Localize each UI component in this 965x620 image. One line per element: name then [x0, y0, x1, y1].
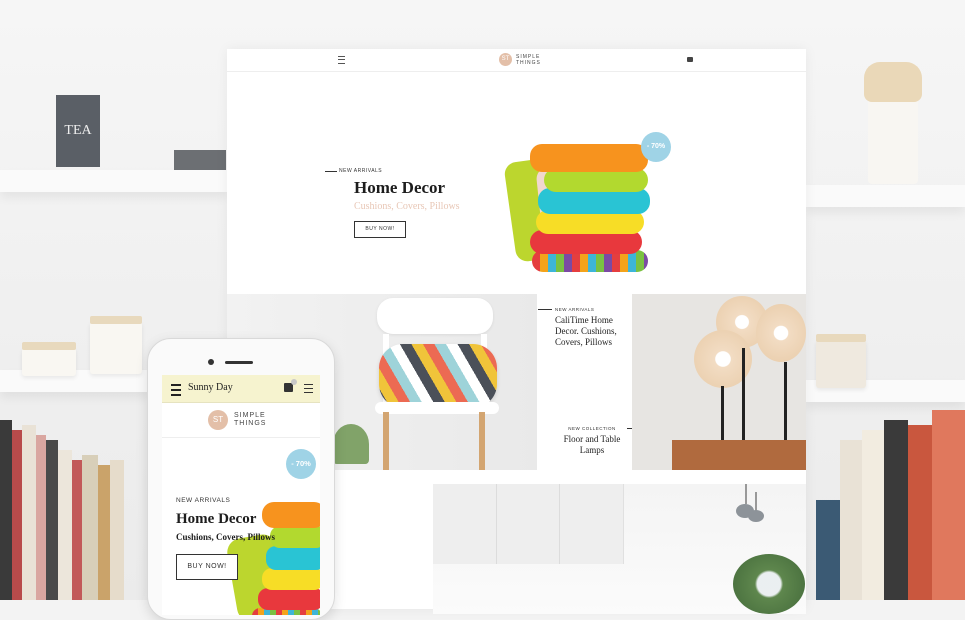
mobile-hero-subtitle: Cushions, Covers, Pillows [176, 532, 276, 542]
mobile-logo-line-1: SIMPLE [234, 412, 266, 419]
jar [816, 334, 866, 388]
logo-badge: ST [499, 53, 512, 66]
books-left [0, 410, 140, 600]
site-logo[interactable]: ST SIMPLE THINGS [499, 53, 541, 66]
vase [864, 62, 922, 184]
books-right [816, 410, 965, 600]
pillows-image [470, 122, 670, 272]
promo-lamps[interactable]: NEW COLLECTION Floor and Table Lamps [560, 426, 641, 456]
mobile-cart-count [291, 379, 297, 385]
hero-slider: NEW ARRIVALS Home Decor Cushions, Covers… [227, 72, 806, 300]
mobile-buy-now-button[interactable]: BUY NOW! [176, 554, 238, 580]
mobile-discount-badge: - 70% [286, 449, 316, 479]
mobile-topbar: Sunny Day [162, 375, 320, 403]
mobile-shop-name: Sunny Day [188, 382, 233, 393]
promo-lamps-title: Floor and Table Lamps [563, 434, 621, 455]
jar [22, 342, 76, 376]
promo-cushions-kicker: NEW ARRIVALS [538, 307, 635, 312]
mobile-hero-title: Home Decor [176, 511, 257, 527]
phone-camera [208, 359, 214, 365]
tea-box: TEA [56, 95, 100, 167]
left-top-shelf [0, 170, 228, 192]
logo-line-2: THINGS [516, 59, 541, 66]
buy-now-button[interactable]: BUY NOW! [354, 221, 406, 238]
mobile-menu-icon[interactable] [171, 384, 181, 396]
cart-icon[interactable] [687, 57, 693, 62]
site-header: ST SIMPLE THINGS [227, 49, 806, 72]
hero-kicker: NEW ARRIVALS [324, 168, 383, 174]
hero-subtitle: Cushions, Covers, Pillows [354, 201, 460, 212]
discount-badge: - 70% [641, 132, 671, 162]
lamps-image[interactable] [632, 294, 806, 470]
promo-cushions[interactable]: NEW ARRIVALS CaliTime Home Decor. Cushio… [538, 307, 635, 348]
logo-line-1: SIMPLE [516, 53, 541, 60]
kitchen-image[interactable] [433, 484, 806, 614]
mobile-logo-badge: ST [208, 410, 228, 430]
hero-title: Home Decor [354, 178, 446, 197]
menu-icon[interactable] [338, 56, 345, 64]
mobile-logo[interactable]: ST SIMPLE THINGS [162, 403, 320, 438]
mobile-logo-line-2: THINGS [234, 420, 267, 427]
phone-speaker [225, 361, 253, 364]
promo-cushions-title: CaliTime Home Decor. Cushions, Covers, P… [555, 315, 617, 347]
mobile-nav-icon[interactable] [304, 384, 313, 393]
mobile-hero-kicker: NEW ARRIVALS [176, 497, 231, 504]
mobile-screen: Sunny Day ST SIMPLE THINGS NEW ARRIVALS [162, 375, 320, 615]
jar [90, 316, 142, 374]
promo-lamps-kicker: NEW COLLECTION [560, 426, 641, 431]
mobile-phone: Sunny Day ST SIMPLE THINGS NEW ARRIVALS [147, 338, 335, 620]
small-box [174, 150, 226, 170]
right-top-shelf [806, 185, 965, 207]
